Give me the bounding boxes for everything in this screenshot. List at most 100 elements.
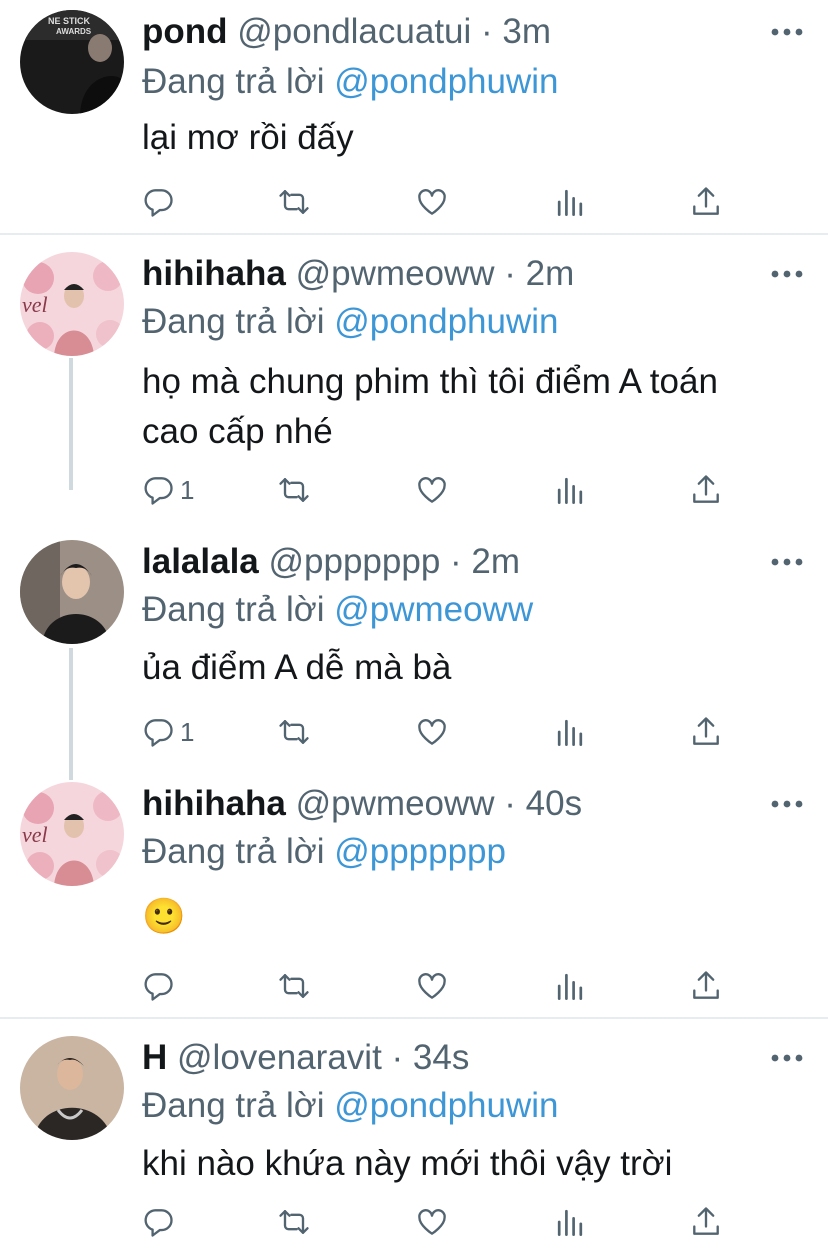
reply-icon bbox=[140, 714, 176, 750]
timestamp[interactable]: · 3m bbox=[481, 12, 551, 51]
tweet-header: lalalala @ppppppp · 2m bbox=[142, 540, 520, 584]
display-name[interactable]: lalalala bbox=[142, 542, 259, 581]
reply-button[interactable]: 1 bbox=[140, 470, 194, 510]
tweet-text: ủa điểm A dễ mà bà bbox=[142, 648, 452, 687]
reply-icon bbox=[140, 184, 176, 220]
avatar[interactable]: NE STICK AWARDS bbox=[20, 10, 124, 114]
views-icon bbox=[552, 472, 588, 508]
share-button[interactable] bbox=[688, 712, 724, 752]
avatar[interactable]: vel bbox=[20, 252, 124, 356]
user-handle[interactable]: @pwmeoww bbox=[296, 254, 495, 293]
like-button[interactable] bbox=[414, 1202, 450, 1242]
tweet-text: 🙂 bbox=[142, 897, 186, 936]
retweet-icon bbox=[276, 714, 312, 750]
retweet-icon bbox=[276, 184, 312, 220]
views-button[interactable] bbox=[552, 182, 588, 222]
share-button[interactable] bbox=[688, 182, 724, 222]
user-handle[interactable]: @pwmeoww bbox=[296, 784, 495, 823]
retweet-button[interactable] bbox=[276, 712, 312, 752]
more-icon[interactable] bbox=[770, 264, 804, 284]
avatar[interactable] bbox=[20, 1036, 124, 1140]
tweet-actions: 1 bbox=[140, 712, 740, 752]
share-icon bbox=[688, 472, 724, 508]
tweet-header: H @lovenaravit · 34s bbox=[142, 1036, 469, 1080]
display-name[interactable]: pond bbox=[142, 12, 228, 51]
more-icon[interactable] bbox=[770, 794, 804, 814]
svg-text:vel: vel bbox=[22, 822, 48, 847]
views-button[interactable] bbox=[552, 470, 588, 510]
share-button[interactable] bbox=[688, 966, 724, 1006]
reply-icon bbox=[140, 1204, 176, 1240]
like-icon bbox=[414, 1204, 450, 1240]
reply-icon bbox=[140, 472, 176, 508]
views-icon bbox=[552, 1204, 588, 1240]
like-icon bbox=[414, 714, 450, 750]
reply-prefix: Đang trả lời bbox=[142, 832, 325, 871]
share-icon bbox=[688, 968, 724, 1004]
reply-prefix: Đang trả lời bbox=[142, 302, 325, 341]
share-icon bbox=[688, 1204, 724, 1240]
reply-context: Đang trả lời @pondphuwin bbox=[142, 60, 559, 104]
timestamp[interactable]: · 2m bbox=[504, 254, 574, 293]
reply-button[interactable] bbox=[140, 182, 180, 222]
tweet-header: hihihaha @pwmeoww · 40s bbox=[142, 782, 582, 826]
like-button[interactable] bbox=[414, 182, 450, 222]
timestamp[interactable]: · 40s bbox=[504, 784, 582, 823]
svg-text:NE STICK: NE STICK bbox=[48, 16, 91, 26]
display-name[interactable]: hihihaha bbox=[142, 784, 286, 823]
tweet-actions bbox=[140, 966, 740, 1006]
tweet-item[interactable]: H @lovenaravit · 34s Đang trả lời @pondp… bbox=[0, 1036, 828, 1249]
more-icon[interactable] bbox=[770, 1048, 804, 1068]
tweet-text: lại mơ rồi đấy bbox=[142, 118, 354, 157]
tweet-item[interactable]: lalalala @ppppppp · 2m Đang trả lời @pwm… bbox=[0, 540, 828, 764]
user-handle[interactable]: @lovenaravit bbox=[177, 1038, 382, 1077]
share-icon bbox=[688, 184, 724, 220]
retweet-button[interactable] bbox=[276, 182, 312, 222]
views-button[interactable] bbox=[552, 712, 588, 752]
more-icon[interactable] bbox=[770, 552, 804, 572]
tweet-item[interactable]: vel hihihaha @pwmeoww · 40s Đang trả lời… bbox=[0, 782, 828, 1014]
views-button[interactable] bbox=[552, 966, 588, 1006]
tweet-actions bbox=[140, 182, 740, 222]
mention-link[interactable]: @ppppppp bbox=[334, 832, 506, 871]
user-handle[interactable]: @pondlacuatui bbox=[237, 12, 471, 51]
share-button[interactable] bbox=[688, 1202, 724, 1242]
views-button[interactable] bbox=[552, 1202, 588, 1242]
views-icon bbox=[552, 714, 588, 750]
like-icon bbox=[414, 472, 450, 508]
reply-prefix: Đang trả lời bbox=[142, 1086, 325, 1125]
like-button[interactable] bbox=[414, 470, 450, 510]
share-icon bbox=[688, 714, 724, 750]
tweet-actions bbox=[140, 1202, 740, 1242]
share-button[interactable] bbox=[688, 470, 724, 510]
reply-button[interactable] bbox=[140, 1202, 180, 1242]
timestamp[interactable]: · 2m bbox=[450, 542, 520, 581]
reply-context: Đang trả lời @pondphuwin bbox=[142, 1084, 559, 1128]
display-name[interactable]: hihihaha bbox=[142, 254, 286, 293]
user-handle[interactable]: @ppppppp bbox=[269, 542, 441, 581]
retweet-button[interactable] bbox=[276, 1202, 312, 1242]
display-name[interactable]: H bbox=[142, 1038, 167, 1077]
avatar[interactable] bbox=[20, 540, 124, 644]
retweet-button[interactable] bbox=[276, 470, 312, 510]
tweet-header: pond @pondlacuatui · 3m bbox=[142, 10, 551, 54]
like-button[interactable] bbox=[414, 966, 450, 1006]
like-icon bbox=[414, 968, 450, 1004]
avatar[interactable]: vel bbox=[20, 782, 124, 886]
tweet-item[interactable]: vel hihihaha @pwmeoww · 2m Đang trả lời … bbox=[0, 252, 828, 522]
reply-button[interactable]: 1 bbox=[140, 712, 194, 752]
reply-count: 1 bbox=[180, 716, 195, 747]
tweet-item[interactable]: NE STICK AWARDS pond @pondlacuatui · 3m … bbox=[0, 10, 828, 232]
divider bbox=[0, 1017, 828, 1019]
mention-link[interactable]: @pondphuwin bbox=[334, 62, 558, 101]
reply-button[interactable] bbox=[140, 966, 180, 1006]
like-button[interactable] bbox=[414, 712, 450, 752]
mention-link[interactable]: @pondphuwin bbox=[334, 302, 558, 341]
mention-link[interactable]: @pwmeoww bbox=[334, 590, 533, 629]
svg-text:vel: vel bbox=[22, 292, 48, 317]
retweet-button[interactable] bbox=[276, 966, 312, 1006]
more-icon[interactable] bbox=[770, 22, 804, 42]
timestamp[interactable]: · 34s bbox=[392, 1038, 470, 1077]
tweet-header: hihihaha @pwmeoww · 2m bbox=[142, 252, 574, 296]
mention-link[interactable]: @pondphuwin bbox=[334, 1086, 558, 1125]
